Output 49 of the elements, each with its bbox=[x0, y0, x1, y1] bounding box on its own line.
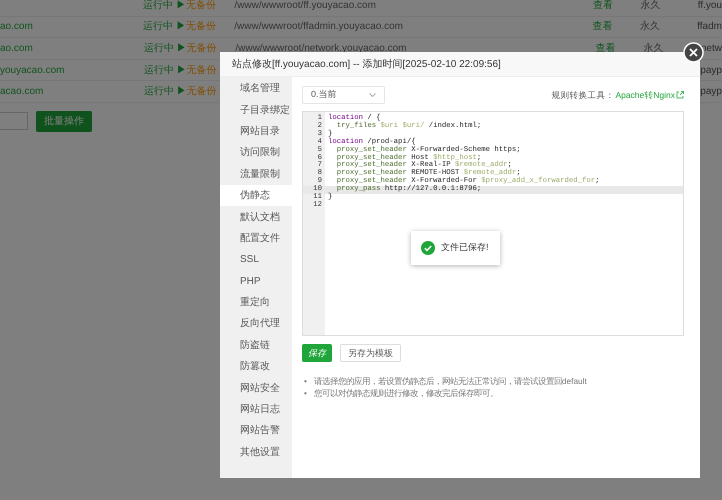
converter-link[interactable]: Apache转Nginx bbox=[615, 88, 675, 102]
version-select[interactable]: 0.当前 bbox=[302, 86, 385, 104]
sidebar-item[interactable]: 重定向 bbox=[220, 292, 292, 314]
backup-status: 无备份 bbox=[186, 64, 217, 76]
bullet: • bbox=[304, 387, 307, 399]
sidebar-item[interactable]: 配置文件 bbox=[220, 228, 292, 250]
save-template-button[interactable]: 另存为模板 bbox=[340, 344, 401, 362]
table-cell: payp bbox=[700, 86, 722, 98]
external-link-icon bbox=[676, 91, 684, 99]
status-text: 运行中 ▶ bbox=[143, 0, 186, 11]
sidebar-item[interactable]: 默认文档 bbox=[220, 206, 292, 228]
sidebar-item[interactable]: PHP bbox=[220, 270, 292, 292]
toast-message: 文件已保存! bbox=[441, 241, 489, 254]
note-text: 请选择您的应用，若设置伪静态后，网站无法正常访问，请尝试设置回default bbox=[314, 375, 587, 387]
status-text: 运行中 ▶ bbox=[144, 86, 187, 98]
sidebar-item[interactable]: 伪静态 bbox=[220, 184, 292, 206]
bullet: • bbox=[304, 375, 307, 387]
caret-icon bbox=[369, 93, 376, 97]
sidebar-item[interactable]: 防盗链 bbox=[220, 334, 292, 356]
sidebar-item[interactable]: SSL bbox=[220, 249, 292, 271]
sidebar-item[interactable]: 子目录绑定 bbox=[220, 99, 292, 121]
backup-status: 无备份 bbox=[186, 42, 217, 54]
table-cell: ff.you bbox=[698, 0, 722, 11]
backup-status: 无备份 bbox=[186, 0, 216, 11]
status-text: 运行中 ▶ bbox=[143, 21, 186, 32]
expiry-text: 永久 bbox=[643, 42, 664, 54]
sidebar-item[interactable]: 流量限制 bbox=[220, 164, 292, 185]
backup-status: 无备份 bbox=[186, 21, 216, 32]
note-text: 您可以对伪静态规则进行修改，修改完后保存即可。 bbox=[314, 387, 498, 399]
status-text: 运行中 ▶ bbox=[144, 64, 187, 76]
table-cell: ffadm bbox=[697, 21, 722, 32]
sidebar-item[interactable]: 网站安全 bbox=[220, 377, 292, 399]
sidebar-item[interactable]: 网站目录 bbox=[220, 120, 292, 142]
code-editor[interactable] bbox=[302, 111, 684, 336]
sidebar-item[interactable]: 反向代理 bbox=[220, 313, 292, 335]
bulk-select[interactable] bbox=[0, 112, 28, 130]
sidebar-item[interactable]: 访问限制 bbox=[220, 142, 292, 164]
expiry-text: 永久 bbox=[640, 21, 660, 32]
sidebar-item[interactable]: 其他设置 bbox=[220, 442, 292, 464]
sidebar-item[interactable]: 域名管理 bbox=[220, 78, 292, 100]
sidebar-item[interactable]: 网站告警 bbox=[220, 420, 292, 442]
sidebar-item[interactable]: 防篡改 bbox=[220, 356, 292, 378]
backup-status: 无备份 bbox=[186, 86, 217, 98]
sidebar-item[interactable]: 网站日志 bbox=[220, 398, 292, 420]
converter-label: 规则转换工具： bbox=[551, 88, 614, 102]
modal-title: 站点修改[ff.youyacao.com] -- 添加时间[2025-02-10 22:09:56] bbox=[232, 58, 501, 72]
check-icon bbox=[421, 241, 435, 255]
status-text: 运行中 ▶ bbox=[144, 42, 187, 54]
table-cell: payp bbox=[700, 64, 722, 76]
